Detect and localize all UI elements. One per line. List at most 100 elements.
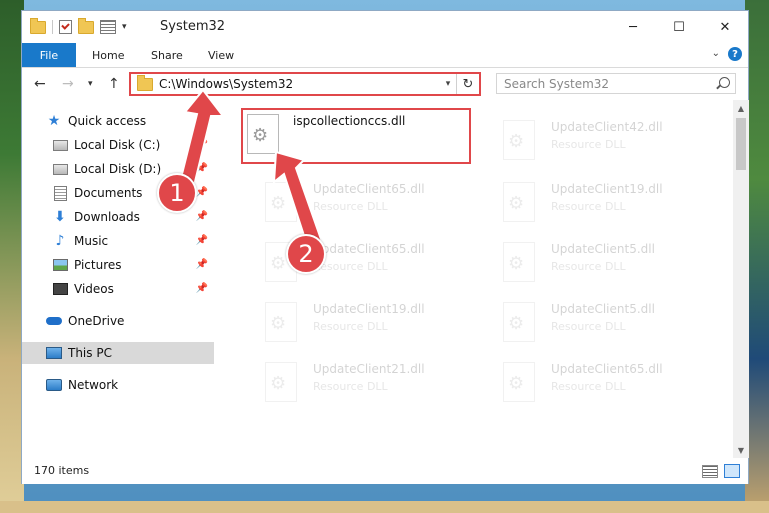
address-path[interactable]: C:\Windows\System32 xyxy=(159,77,440,91)
vertical-scrollbar[interactable]: ▲ ▼ xyxy=(733,100,749,458)
file-name: UpdateClient5.dll xyxy=(551,242,655,256)
nav-item-this-pc[interactable]: This PC xyxy=(22,342,214,364)
new-folder-icon[interactable] xyxy=(78,17,94,34)
up-button[interactable]: ↑ xyxy=(108,76,120,92)
nav-item-network[interactable]: Network xyxy=(22,374,214,396)
tab-view[interactable]: View xyxy=(208,43,234,67)
large-icons-view-icon[interactable] xyxy=(724,464,740,478)
nav-label: Network xyxy=(68,378,119,392)
nav-label: Local Disk (C:) xyxy=(74,138,161,152)
quick-access-toolbar: ▾ xyxy=(30,17,127,34)
search-icon xyxy=(719,77,730,88)
pin-icon[interactable]: 📌 xyxy=(196,283,208,294)
maximize-button[interactable]: ☐ xyxy=(656,11,702,43)
file-name: ispcollectionccs.dll xyxy=(293,114,406,128)
file-type: Resource DLL xyxy=(313,320,388,333)
minimize-button[interactable]: ─ xyxy=(610,11,656,43)
status-bar: 170 items xyxy=(22,458,748,484)
file-type: Resource DLL xyxy=(551,260,626,273)
file-name: UpdateClient42.dll xyxy=(551,120,663,134)
tab-file[interactable]: File xyxy=(22,43,76,67)
customize-toolbar-dropdown-icon[interactable]: ▾ xyxy=(122,22,127,32)
window-controls: ─ ☐ ✕ xyxy=(610,11,748,43)
recent-locations-button[interactable]: ▾ xyxy=(88,79,93,89)
expand-ribbon-icon[interactable]: ⌄ xyxy=(712,48,720,59)
nav-label: Downloads xyxy=(74,210,140,224)
documents-icon xyxy=(53,185,67,201)
pictures-icon xyxy=(52,259,68,271)
tab-share[interactable]: Share xyxy=(151,43,183,67)
refresh-button[interactable]: ↻ xyxy=(456,74,479,94)
address-dropdown-icon[interactable]: ▾ xyxy=(440,79,456,89)
ribbon-tabs: File Home Share View ⌄ ? xyxy=(22,43,748,68)
dll-file-icon xyxy=(503,362,535,402)
dll-file-icon xyxy=(503,242,535,282)
nav-item-pictures[interactable]: Pictures 📌 xyxy=(22,254,214,276)
file-item[interactable]: UpdateClient19.dll Resource DLL xyxy=(479,174,709,230)
title-bar: ▾ System32 ─ ☐ ✕ xyxy=(22,11,748,43)
pin-icon[interactable]: 📌 xyxy=(196,235,208,246)
dll-file-icon xyxy=(265,362,297,402)
background-sand xyxy=(0,501,769,513)
file-item[interactable]: UpdateClient19.dll Resource DLL xyxy=(241,294,471,350)
file-item[interactable]: UpdateClient21.dll Resource DLL xyxy=(241,354,471,410)
network-icon xyxy=(46,379,62,391)
file-type: Resource DLL xyxy=(551,200,626,213)
item-count: 170 items xyxy=(34,464,90,477)
file-item[interactable]: UpdateClient42.dll Resource DLL xyxy=(479,112,709,168)
drive-icon xyxy=(52,163,68,175)
back-button[interactable]: ← xyxy=(34,76,46,92)
pin-icon[interactable]: 📌 xyxy=(196,259,208,270)
address-folder-icon xyxy=(137,74,153,91)
nav-item-videos[interactable]: Videos 📌 xyxy=(22,278,214,300)
file-name: UpdateClient19.dll xyxy=(313,302,425,316)
nav-item-onedrive[interactable]: OneDrive xyxy=(22,310,214,332)
address-row: ← → ▾ ↑ C:\Windows\System32 ▾ ↻ Search S… xyxy=(22,68,748,100)
scroll-up-icon[interactable]: ▲ xyxy=(733,100,749,116)
nav-label: Music xyxy=(74,234,109,248)
explorer-window: ▾ System32 ─ ☐ ✕ File Home Share View ⌄ … xyxy=(21,10,749,484)
file-name: UpdateClient65.dll xyxy=(551,362,663,376)
search-box[interactable]: Search System32 xyxy=(496,73,736,94)
step-2-badge: 2 xyxy=(286,234,326,274)
scroll-down-icon[interactable]: ▼ xyxy=(733,442,749,458)
nav-label: This PC xyxy=(68,346,112,360)
nav-label: Local Disk (D:) xyxy=(74,162,162,176)
file-type: Resource DLL xyxy=(551,380,626,393)
file-item[interactable]: UpdateClient65.dll Resource DLL xyxy=(479,354,709,410)
window-title: System32 xyxy=(160,19,226,34)
nav-item-music[interactable]: ♪ Music 📌 xyxy=(22,230,214,252)
file-name: UpdateClient21.dll xyxy=(313,362,425,376)
file-name: UpdateClient5.dll xyxy=(551,302,655,316)
forward-button[interactable]: → xyxy=(62,76,74,92)
tab-home[interactable]: Home xyxy=(92,43,124,67)
close-button[interactable]: ✕ xyxy=(702,11,748,43)
nav-label: Quick access xyxy=(68,114,147,128)
step-1-badge: 1 xyxy=(157,173,197,213)
file-type: Resource DLL xyxy=(551,320,626,333)
separator xyxy=(52,20,53,34)
music-icon: ♪ xyxy=(55,233,65,249)
properties-check-icon[interactable] xyxy=(59,20,72,34)
file-item[interactable]: UpdateClient5.dll Resource DLL xyxy=(479,234,709,290)
onedrive-cloud-icon xyxy=(46,317,62,325)
properties-icon[interactable] xyxy=(100,20,116,34)
dll-file-icon xyxy=(503,120,535,160)
dll-file-icon xyxy=(265,302,297,342)
videos-icon xyxy=(52,283,68,295)
file-type: Resource DLL xyxy=(551,138,626,151)
drive-icon xyxy=(52,139,68,151)
file-name: UpdateClient19.dll xyxy=(551,182,663,196)
quick-access-star-icon: ★ xyxy=(47,113,61,129)
nav-label: OneDrive xyxy=(68,314,125,328)
scrollbar-thumb[interactable] xyxy=(736,118,746,170)
dll-file-icon xyxy=(503,182,535,222)
help-icon[interactable]: ? xyxy=(728,47,742,61)
dll-file-icon xyxy=(503,302,535,342)
file-item[interactable]: UpdateClient5.dll Resource DLL xyxy=(479,294,709,350)
pin-icon[interactable]: 📌 xyxy=(196,211,208,222)
search-placeholder: Search System32 xyxy=(504,76,610,91)
details-view-icon[interactable] xyxy=(702,465,718,478)
file-type: Resource DLL xyxy=(313,380,388,393)
nav-label: Documents xyxy=(74,186,143,200)
